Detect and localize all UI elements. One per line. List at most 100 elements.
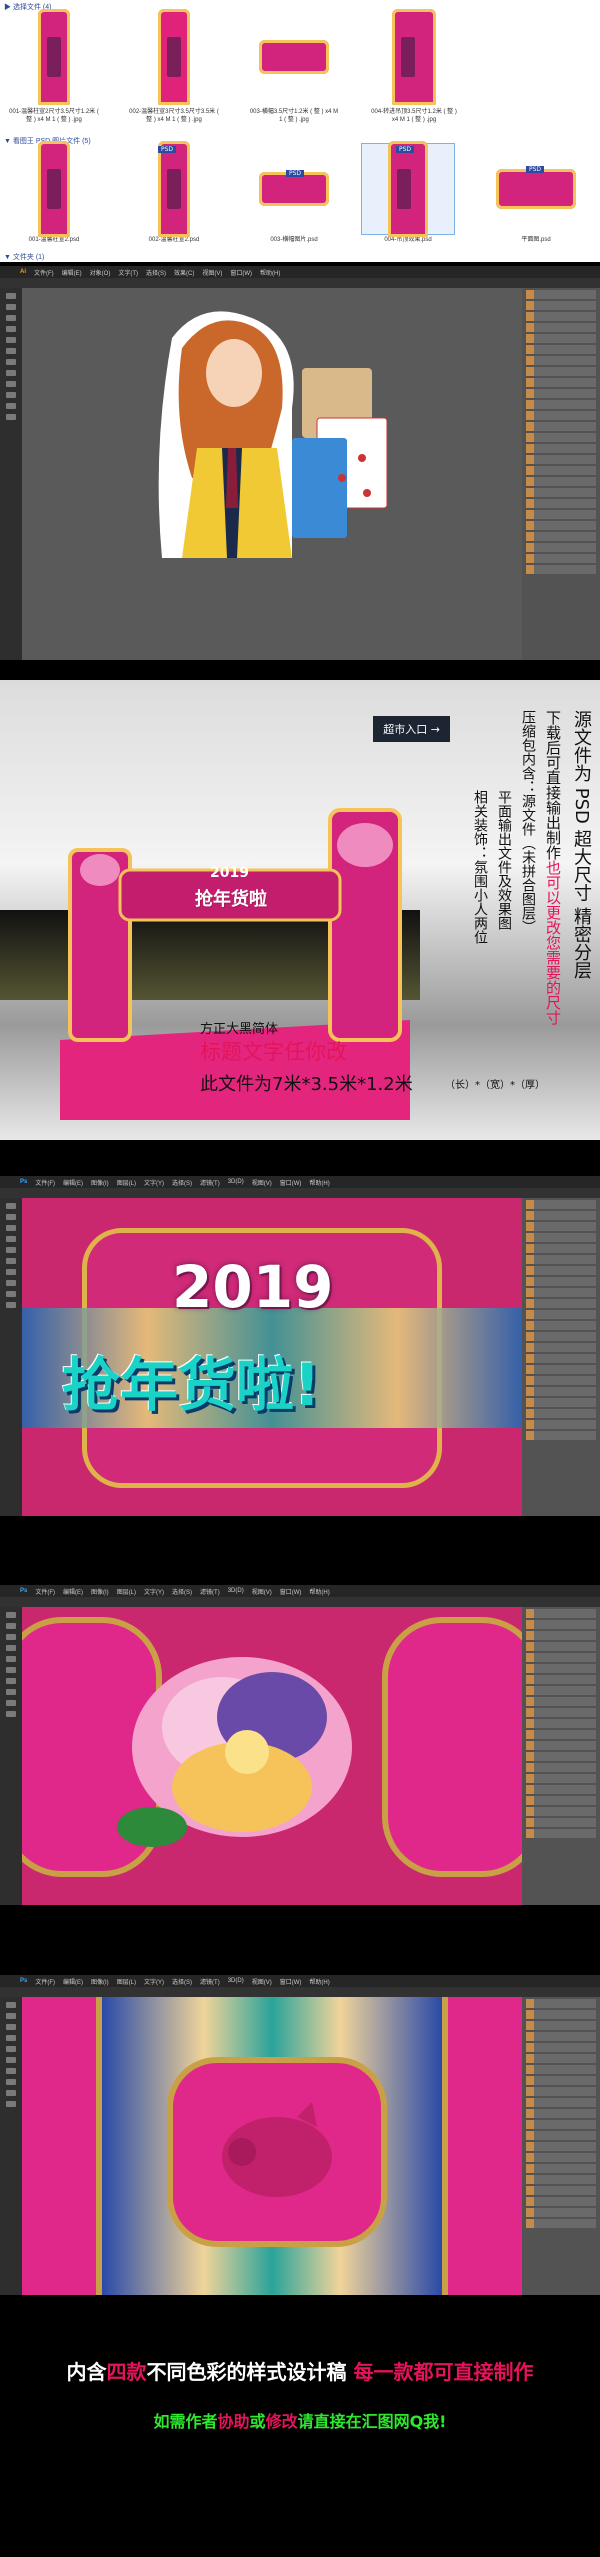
- file-thumb-psd-2[interactable]: PSD 002-温馨柱宣2.psd: [128, 141, 220, 244]
- layer-row[interactable]: [526, 488, 596, 497]
- menu-help[interactable]: 帮助(H): [309, 1587, 329, 1596]
- tool-icon[interactable]: [6, 2101, 16, 2107]
- layers-panel[interactable]: [522, 1198, 600, 1516]
- layer-row[interactable]: [526, 1752, 596, 1761]
- menu-type[interactable]: 文字(Y): [144, 1587, 164, 1596]
- menu-type[interactable]: 文字(Y): [144, 1178, 164, 1187]
- layer-row[interactable]: [526, 2032, 596, 2041]
- layer-row[interactable]: [526, 1796, 596, 1805]
- menu-file[interactable]: 文件(F): [35, 1977, 55, 1986]
- tool-icon[interactable]: [6, 348, 16, 354]
- tool-icon[interactable]: [6, 1634, 16, 1640]
- layer-row[interactable]: [526, 1741, 596, 1750]
- layer-row[interactable]: [526, 1244, 596, 1253]
- layers-panel[interactable]: [522, 1607, 600, 1905]
- menu-app-logo[interactable]: Ps: [20, 1588, 27, 1594]
- layer-row[interactable]: [526, 1376, 596, 1385]
- layer-row[interactable]: [526, 2153, 596, 2162]
- menu-layer[interactable]: 图层(L): [117, 1587, 136, 1596]
- file-thumb-jpg-1[interactable]: 001-温馨柱宣2尺寸3.5尺寸1.2米 ( 整 ) x4 M 1 ( 整 ) …: [8, 8, 100, 124]
- layer-row[interactable]: [526, 411, 596, 420]
- menu-view[interactable]: 视图(V): [252, 1178, 272, 1187]
- file-thumb-psd-5[interactable]: PSD 平面图.psd: [490, 144, 582, 244]
- menu-3d[interactable]: 3D(D): [228, 1179, 244, 1185]
- menu-edit[interactable]: 编辑(E): [63, 1977, 83, 1986]
- layer-row[interactable]: [526, 1631, 596, 1640]
- tools-panel[interactable]: [0, 1198, 22, 1516]
- layer-row[interactable]: [526, 1829, 596, 1838]
- tool-icon[interactable]: [6, 1225, 16, 1231]
- layer-row[interactable]: [526, 565, 596, 574]
- tool-icon[interactable]: [6, 337, 16, 343]
- menu-view[interactable]: 视图(V): [252, 1977, 272, 1986]
- options-bar[interactable]: [0, 278, 600, 288]
- flower-canvas[interactable]: [22, 1607, 522, 1905]
- menu-help[interactable]: 帮助(H): [260, 268, 280, 277]
- layer-row[interactable]: [526, 1200, 596, 1209]
- layer-row[interactable]: [526, 389, 596, 398]
- menu-select[interactable]: 选择(S): [172, 1587, 192, 1596]
- menu-filter[interactable]: 滤镜(T): [200, 1977, 220, 1986]
- layers-panel[interactable]: [522, 1997, 600, 2295]
- menu-3d[interactable]: 3D(D): [228, 1588, 244, 1594]
- menu-help[interactable]: 帮助(H): [309, 1977, 329, 1986]
- menu-app-logo[interactable]: Ai: [20, 269, 26, 275]
- layer-row[interactable]: [526, 345, 596, 354]
- tool-icon[interactable]: [6, 293, 16, 299]
- layer-row[interactable]: [526, 1222, 596, 1231]
- tool-icon[interactable]: [6, 1689, 16, 1695]
- layer-row[interactable]: [526, 367, 596, 376]
- layer-row[interactable]: [526, 1675, 596, 1684]
- tool-icon[interactable]: [6, 414, 16, 420]
- menu-file[interactable]: 文件(F): [35, 1587, 55, 1596]
- menu-app-logo[interactable]: Ps: [20, 1179, 27, 1185]
- layer-row[interactable]: [526, 466, 596, 475]
- artboard-canvas[interactable]: [22, 288, 522, 660]
- tool-icon[interactable]: [6, 1623, 16, 1629]
- layer-row[interactable]: [526, 1664, 596, 1673]
- menu-layer[interactable]: 图层(L): [117, 1178, 136, 1187]
- layer-row[interactable]: [526, 2142, 596, 2151]
- menu-edit[interactable]: 编辑(E): [63, 1587, 83, 1596]
- tool-icon[interactable]: [6, 2068, 16, 2074]
- layer-row[interactable]: [526, 455, 596, 464]
- layer-row[interactable]: [526, 554, 596, 563]
- layer-row[interactable]: [526, 499, 596, 508]
- layer-row[interactable]: [526, 2175, 596, 2184]
- file-thumb-jpg-2[interactable]: 002-温馨柱宣3尺寸3.5尺寸3.5米 ( 整 ) x4 M 1 ( 整 ) …: [128, 8, 220, 124]
- menu-select[interactable]: 选择(S): [172, 1178, 192, 1187]
- layer-row[interactable]: [526, 1299, 596, 1308]
- layer-row[interactable]: [526, 1354, 596, 1363]
- options-bar[interactable]: [0, 1597, 600, 1607]
- menu-filter[interactable]: 滤镜(T): [200, 1587, 220, 1596]
- menu-3d[interactable]: 3D(D): [228, 1978, 244, 1984]
- layers-panel[interactable]: [522, 288, 600, 660]
- layer-row[interactable]: [526, 2131, 596, 2140]
- tool-icon[interactable]: [6, 2090, 16, 2096]
- tool-icon[interactable]: [6, 304, 16, 310]
- layer-row[interactable]: [526, 1321, 596, 1330]
- menu-edit[interactable]: 编辑(E): [63, 1178, 83, 1187]
- menu-object[interactable]: 对象(O): [90, 268, 111, 277]
- layer-row[interactable]: [526, 2076, 596, 2085]
- layer-row[interactable]: [526, 1730, 596, 1739]
- layer-row[interactable]: [526, 1365, 596, 1374]
- menu-edit[interactable]: 编辑(E): [62, 268, 82, 277]
- layer-row[interactable]: [526, 422, 596, 431]
- tool-icon[interactable]: [6, 1236, 16, 1242]
- menu-view[interactable]: 视图(V): [252, 1587, 272, 1596]
- layer-row[interactable]: [526, 1310, 596, 1319]
- emblem-canvas[interactable]: [22, 1997, 522, 2295]
- tools-panel[interactable]: [0, 1607, 22, 1905]
- layer-row[interactable]: [526, 2098, 596, 2107]
- layer-row[interactable]: [526, 312, 596, 321]
- layer-row[interactable]: [526, 543, 596, 552]
- layer-row[interactable]: [526, 532, 596, 541]
- menu-select[interactable]: 选择(S): [172, 1977, 192, 1986]
- layer-row[interactable]: [526, 2120, 596, 2129]
- tool-icon[interactable]: [6, 1280, 16, 1286]
- layer-row[interactable]: [526, 290, 596, 299]
- tool-icon[interactable]: [6, 2035, 16, 2041]
- menu-view[interactable]: 视图(V): [202, 268, 222, 277]
- layer-row[interactable]: [526, 2208, 596, 2217]
